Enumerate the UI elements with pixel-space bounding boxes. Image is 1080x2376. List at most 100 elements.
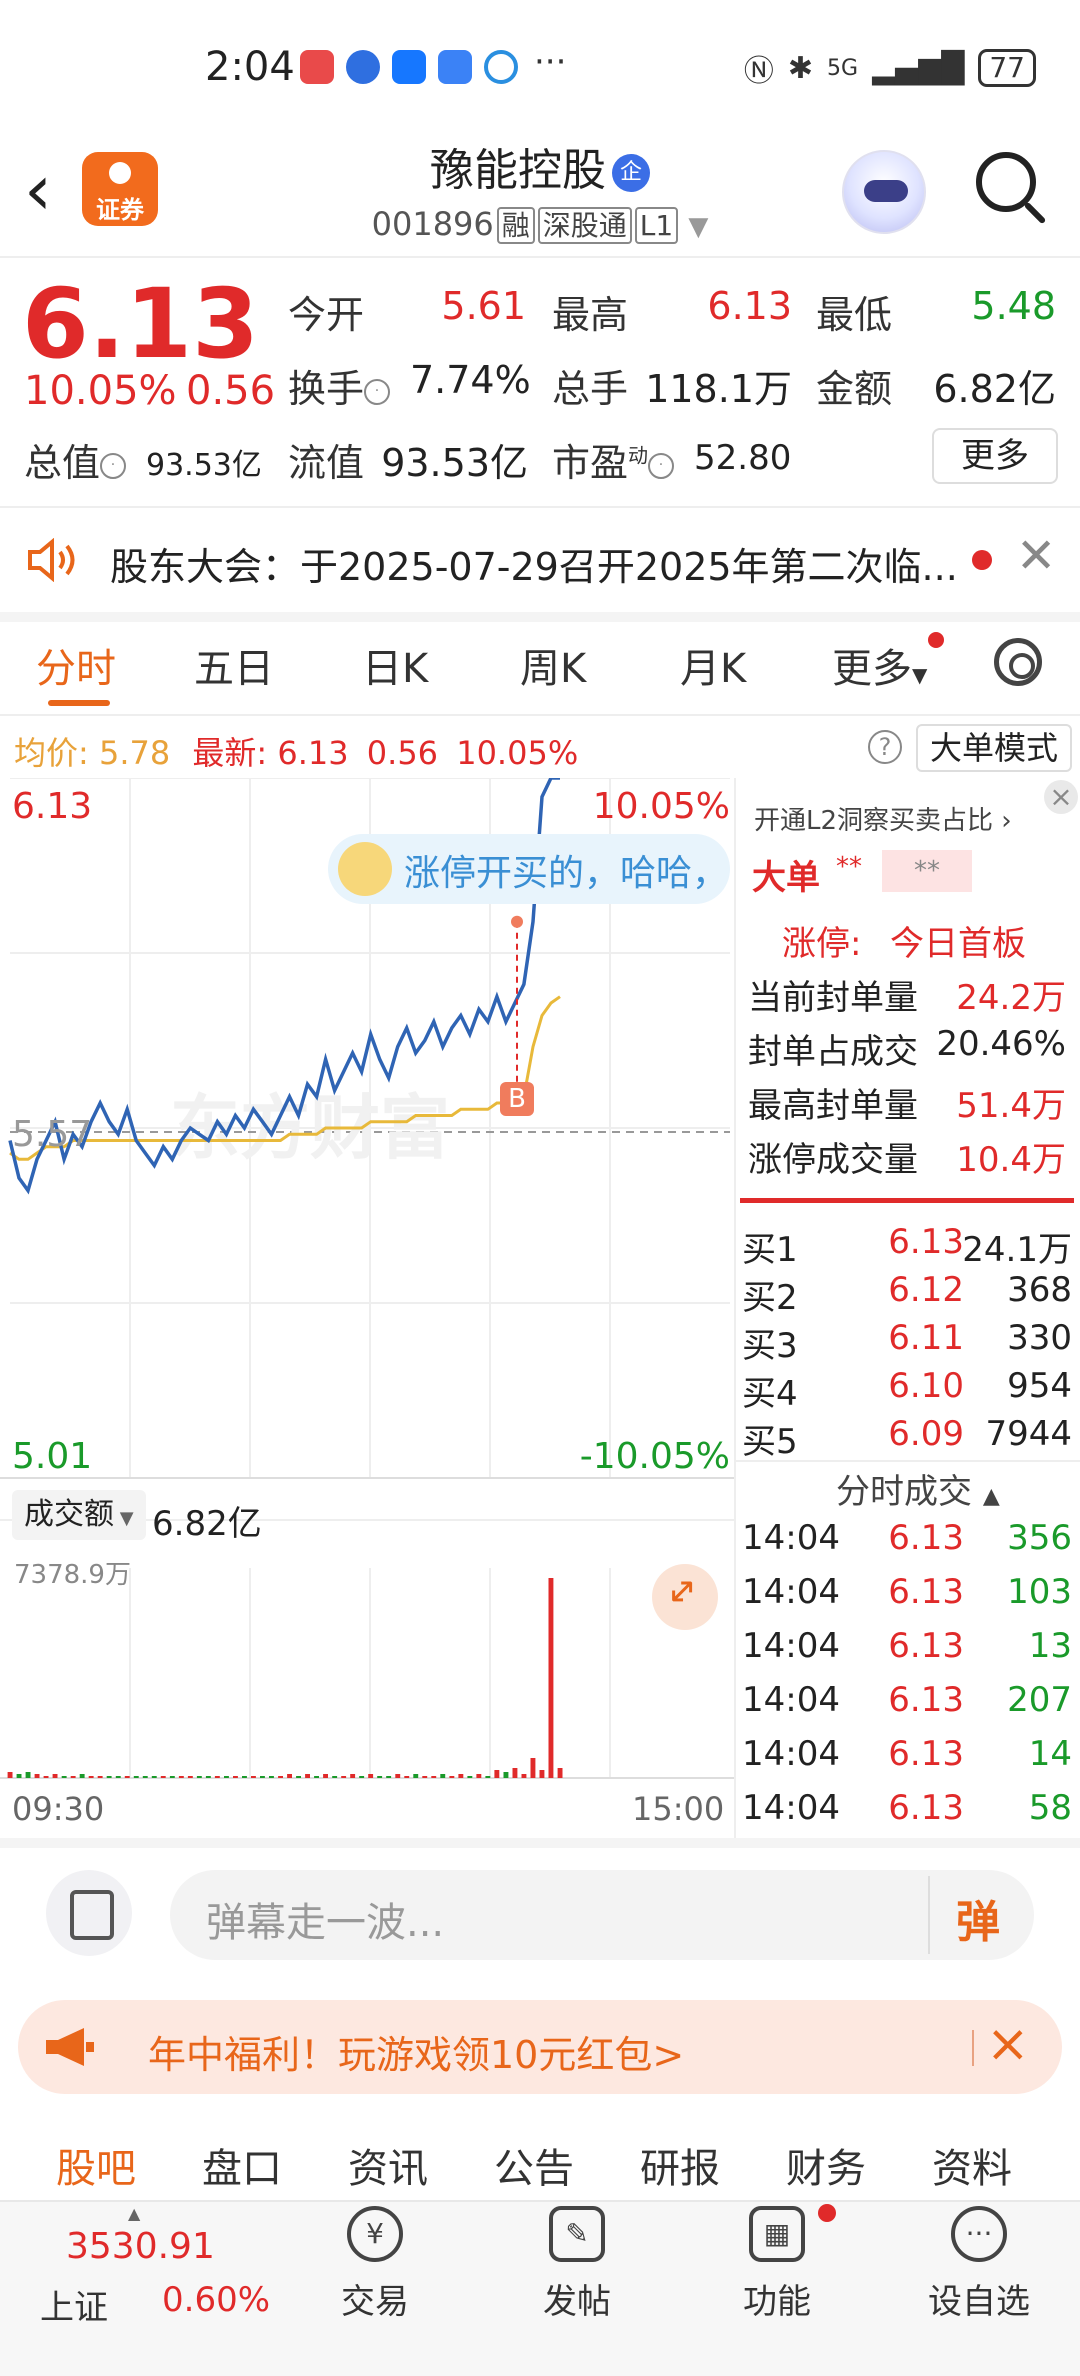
index-value[interactable]: 3530.91 xyxy=(66,2226,215,2267)
info-icon[interactable]: · xyxy=(364,378,391,405)
time-end: 15:00 xyxy=(632,1790,725,1828)
comment-list-icon[interactable] xyxy=(46,1870,132,1956)
robot-assistant-icon[interactable] xyxy=(842,150,926,234)
search-icon[interactable] xyxy=(976,152,1036,212)
close-icon[interactable]: × xyxy=(1044,780,1078,814)
margin-tag: 融 xyxy=(496,207,535,244)
trade-button[interactable]: ¥ 交易 xyxy=(310,2206,440,2323)
order-book-row: 买3 6.11 330 xyxy=(742,1318,1072,1366)
danmu-placeholder: 弹幕走一波... xyxy=(206,1900,445,1946)
tab-finance[interactable]: 财务 xyxy=(786,2136,866,2194)
tab-profile[interactable]: 资料 xyxy=(932,2136,1012,2194)
tab-more[interactable]: 更多▼ xyxy=(832,636,927,694)
open-value: 5.61 xyxy=(441,284,526,328)
info-icon[interactable]: · xyxy=(648,452,675,479)
panel-divider-red xyxy=(740,1198,1074,1203)
chevron-down-icon[interactable]: ▼ xyxy=(688,212,708,242)
gear-icon[interactable] xyxy=(994,638,1042,686)
battery-indicator: 77 xyxy=(978,49,1036,87)
volume-bar xyxy=(323,1774,328,1778)
notice-text[interactable]: 股东大会：于2025-07-29召开2025年第二次临... xyxy=(110,536,958,591)
masked-value[interactable]: ** xyxy=(882,850,972,892)
volume-bar xyxy=(512,1768,518,1778)
divider xyxy=(0,256,1080,258)
huawei-app-icon xyxy=(300,50,334,84)
stat-value: 20.46% xyxy=(936,1024,1066,1064)
danmu-bubble[interactable]: 涨停开买的，哈哈， xyxy=(328,834,730,904)
change-percent: 10.05% xyxy=(24,368,177,414)
buy-marker-dot xyxy=(511,915,523,928)
close-icon[interactable]: ✕ xyxy=(1016,528,1056,584)
latest-change: 0.56 xyxy=(366,734,439,772)
volume-bar xyxy=(251,1776,256,1778)
volume-bar xyxy=(404,1776,410,1778)
order-book-row: 买2 6.12 368 xyxy=(742,1270,1072,1318)
active-tab-indicator xyxy=(48,700,110,706)
promo-text[interactable]: 年中福利！玩游戏领10元红包> xyxy=(148,2024,684,2079)
add-watchlist-button[interactable]: ··· 设自选 xyxy=(914,2206,1044,2323)
functions-button[interactable]: ▦ 功能 xyxy=(712,2206,842,2323)
index-change: 0.60% xyxy=(162,2280,271,2320)
notification-dot xyxy=(928,632,944,648)
stock-code: 001896 xyxy=(371,205,494,243)
danmu-toggle-button[interactable]: 弹 xyxy=(928,1876,1032,1954)
divider xyxy=(0,506,1080,508)
post-button[interactable]: ✎ 发帖 xyxy=(512,2206,642,2323)
mktcap-label: 总值 · xyxy=(24,432,127,487)
megaphone-icon xyxy=(46,2028,94,2066)
tab-weekly-k[interactable]: 周K xyxy=(520,636,586,694)
close-icon[interactable]: × xyxy=(986,2014,1030,2074)
volume-max-label: 7378.9万 xyxy=(14,1560,131,1590)
mktcap-value: 93.53亿 xyxy=(146,448,262,483)
tab-pankou[interactable]: 盘口 xyxy=(202,2136,282,2194)
price-low-pct-label: -10.05% xyxy=(580,1436,730,1477)
volume-bar xyxy=(106,1776,112,1778)
volume-bar xyxy=(151,1776,157,1778)
info-icon[interactable]: · xyxy=(100,452,127,479)
tab-news[interactable]: 资讯 xyxy=(348,2136,428,2194)
volume-bar xyxy=(142,1776,148,1778)
app-icon-circle xyxy=(484,50,518,84)
chevron-up-icon[interactable]: ▲ xyxy=(128,2204,140,2223)
divider xyxy=(0,714,1080,716)
volume-bar xyxy=(34,1774,40,1778)
volume-bar xyxy=(440,1774,446,1778)
tick-row: 14:04 6.13 356 xyxy=(742,1518,1072,1558)
volume-bar xyxy=(52,1774,58,1778)
tab-daily-k[interactable]: 日K xyxy=(362,636,428,694)
volume-bar xyxy=(377,1776,383,1778)
high-label: 最高 xyxy=(552,293,629,337)
volume-bar xyxy=(205,1776,211,1778)
latest-label: 最新: xyxy=(192,734,268,772)
volume-bar xyxy=(494,1770,500,1778)
volume-selector[interactable]: 成交额 ▼ xyxy=(12,1490,146,1540)
tab-five-day[interactable]: 五日 xyxy=(194,636,274,694)
volume-label: 总手 xyxy=(552,367,629,411)
more-quote-button[interactable]: 更多 xyxy=(932,428,1058,484)
divider xyxy=(736,1460,1080,1462)
volume-bar xyxy=(79,1774,85,1778)
intraday-chart[interactable]: 东方财富 6.13 10.05% 5.57 5.01 -10.05% xyxy=(0,778,734,1838)
tab-intraday[interactable]: 分时 xyxy=(36,636,116,694)
stat-value: 10.4万 xyxy=(956,1140,1066,1180)
index-name: 上证 xyxy=(40,2288,108,2328)
status-bar: 2:04 ··· Ⓝ ✱ 5G ▂▄▆█ 77 xyxy=(0,0,1080,130)
status-time: 2:04 xyxy=(205,44,295,90)
tab-guba[interactable]: 股吧 xyxy=(56,2136,136,2194)
tab-monthly-k[interactable]: 月K xyxy=(680,636,746,694)
help-icon[interactable]: ? xyxy=(868,730,902,764)
volume-bar xyxy=(314,1776,319,1778)
big-order-mode-button[interactable]: 大单模式 xyxy=(916,724,1072,772)
ticks-title[interactable]: 分时成交 ▲ xyxy=(836,1464,1000,1513)
tab-announcements[interactable]: 公告 xyxy=(494,2136,574,2194)
volume-bar xyxy=(521,1774,527,1778)
section-divider xyxy=(0,1838,1080,1848)
expand-icon[interactable]: ↕ xyxy=(652,1564,718,1630)
change-amount: 0.56 xyxy=(186,368,276,414)
tab-research[interactable]: 研报 xyxy=(640,2136,720,2194)
pe-label: 市盈动 · xyxy=(552,432,675,487)
buy-marker[interactable]: B xyxy=(500,1082,534,1116)
l2-promo-link[interactable]: 开通L2洞察买卖占比 › xyxy=(754,800,1012,837)
low-value: 5.48 xyxy=(971,284,1056,328)
open-label: 今开 xyxy=(288,293,365,337)
